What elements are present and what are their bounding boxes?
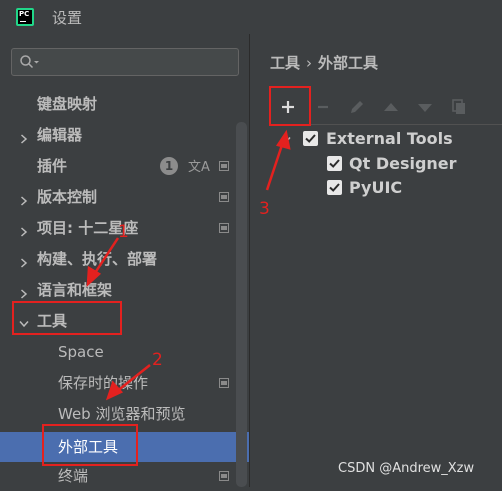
annotation-arrow-2 — [105, 364, 151, 401]
watermark: CSDN @Andrew_Xzw — [338, 461, 475, 476]
annotation-arrow-1 — [86, 237, 120, 287]
annotation-arrow-3 — [265, 129, 291, 191]
annotation-arrows — [86, 129, 291, 401]
